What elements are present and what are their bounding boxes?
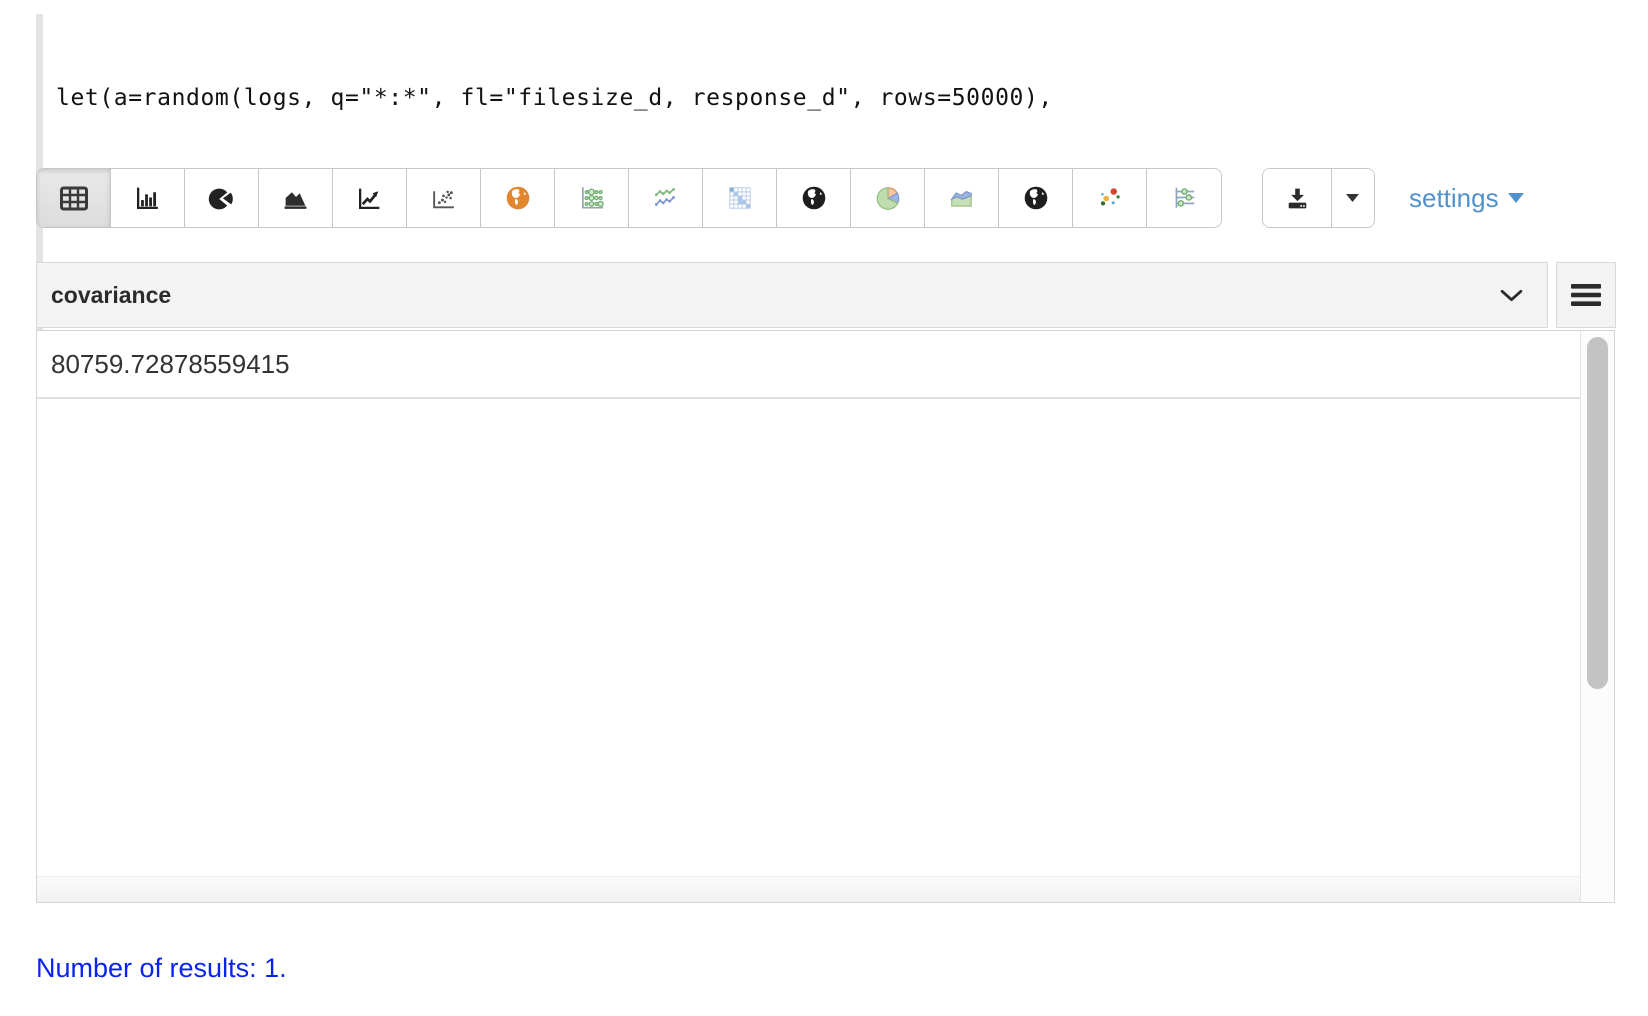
scatter-color-button[interactable] (1073, 169, 1147, 227)
download-button-group (1262, 168, 1375, 228)
map-dark-button[interactable] (777, 169, 851, 227)
sliders-button[interactable] (1147, 169, 1221, 227)
settings-label: settings (1409, 183, 1499, 214)
chart-type-button-group (36, 168, 1222, 228)
line-chart-icon (356, 185, 383, 212)
area-chart-icon (282, 185, 309, 212)
map-orange-button[interactable] (481, 169, 555, 227)
heatmap-icon (726, 184, 754, 212)
download-options-caret-button[interactable] (1332, 169, 1374, 227)
bar-chart-button[interactable] (111, 169, 185, 227)
chevron-down-icon (1500, 289, 1523, 302)
table-view-button[interactable] (37, 169, 111, 227)
download-icon (1284, 185, 1311, 212)
scatter-chart-icon (430, 185, 457, 212)
bubble-chart-button[interactable] (555, 169, 629, 227)
pie-chart-icon (208, 185, 235, 212)
hamburger-icon (1571, 284, 1601, 306)
result-header-row: covariance (36, 262, 1616, 328)
scatter-color-icon (1096, 184, 1124, 212)
caret-down-icon (1346, 194, 1360, 203)
caret-down-icon (1508, 193, 1525, 204)
results-count-text: Number of results: 1. (36, 953, 287, 984)
pie-chart-pastel-icon (874, 184, 902, 212)
pie-chart-button[interactable] (185, 169, 259, 227)
result-table-content: 80759.72878559415 (37, 331, 1580, 902)
pie-chart-pastel-button[interactable] (851, 169, 925, 227)
bar-chart-icon (134, 185, 161, 212)
column-header-label: covariance (51, 282, 171, 309)
map-dark-button-2[interactable] (999, 169, 1073, 227)
code-line: let(a=random(logs, q="*:*", fl="filesize… (56, 82, 1053, 115)
multi-line-chart-button[interactable] (629, 169, 703, 227)
download-button[interactable] (1263, 169, 1332, 227)
scatter-chart-button[interactable] (407, 169, 481, 227)
visualization-toolbar: settings (36, 168, 1525, 228)
line-chart-button[interactable] (333, 169, 407, 227)
globe-dark-icon (1022, 184, 1050, 212)
globe-orange-icon (504, 184, 532, 212)
area-chart-pastel-button[interactable] (925, 169, 999, 227)
bubble-chart-icon (578, 184, 606, 212)
zeppelin-paragraph: let(a=random(logs, q="*:*", fl="filesize… (0, 0, 1648, 1016)
sliders-icon (1170, 184, 1198, 212)
globe-dark-icon (800, 184, 828, 212)
table-row: 80759.72878559415 (37, 331, 1580, 399)
table-menu-button[interactable] (1556, 262, 1616, 328)
table-icon (59, 185, 89, 212)
settings-link[interactable]: settings (1409, 168, 1525, 228)
column-header-covariance[interactable]: covariance (36, 262, 1548, 328)
vertical-scrollbar-track[interactable] (1580, 331, 1614, 902)
covariance-value-cell: 80759.72878559415 (51, 349, 290, 380)
area-chart-pastel-icon (948, 184, 976, 212)
multi-line-chart-icon (652, 184, 680, 212)
vertical-scrollbar-thumb[interactable] (1587, 337, 1608, 689)
result-table: 80759.72878559415 (36, 330, 1615, 903)
heatmap-button[interactable] (703, 169, 777, 227)
horizontal-scrollbar-track[interactable] (37, 876, 1580, 902)
area-chart-button[interactable] (259, 169, 333, 227)
